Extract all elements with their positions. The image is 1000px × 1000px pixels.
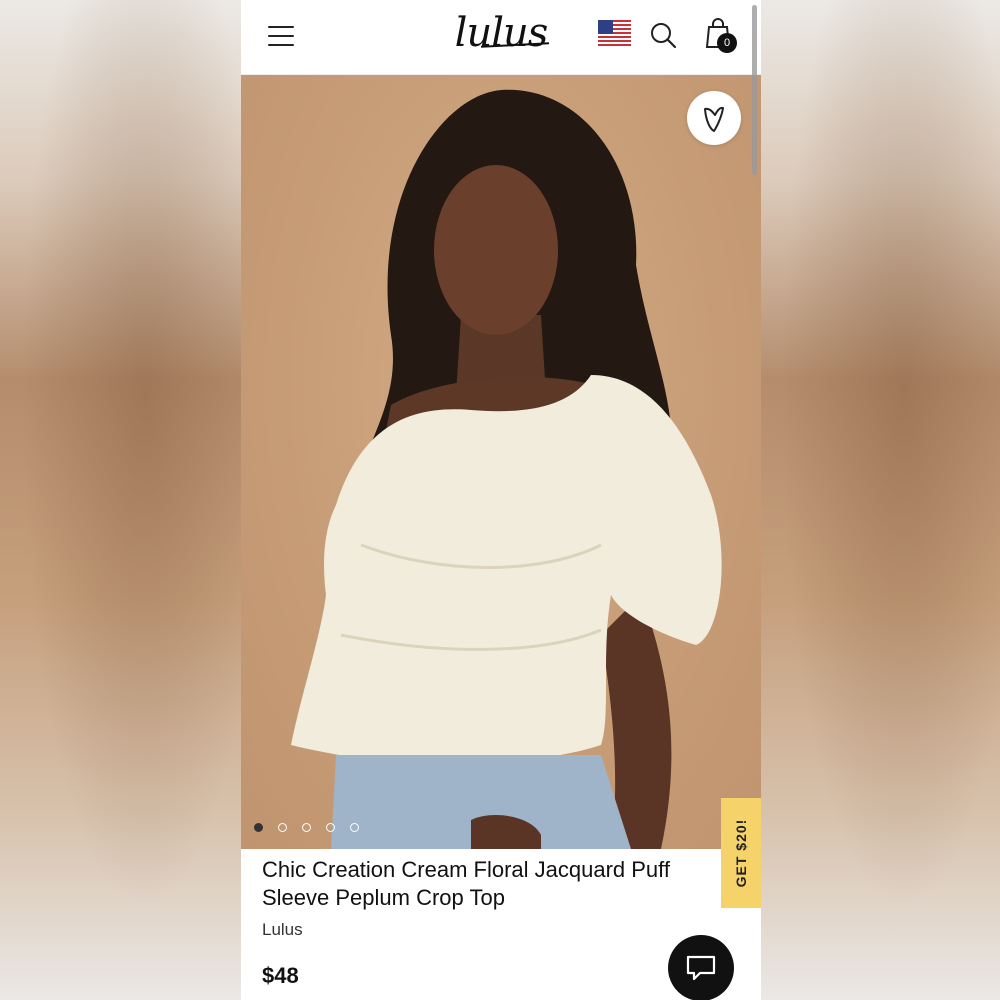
product-image[interactable] [241, 75, 761, 849]
background-blur-left [0, 0, 241, 1000]
us-flag-icon[interactable] [598, 20, 631, 46]
image-carousel-dots [254, 823, 374, 835]
carousel-dot[interactable] [326, 823, 335, 832]
search-icon[interactable] [649, 21, 677, 49]
product-title: Chic Creation Cream Floral Jacquard Puff… [262, 857, 670, 910]
lulus-logo[interactable]: lulus [446, 8, 556, 58]
hamburger-menu-icon[interactable] [268, 26, 294, 46]
mobile-page: lulus 0 GET $20! Chic Creation Cream Flo… [241, 0, 761, 1000]
carousel-dot[interactable] [350, 823, 359, 832]
carousel-dot[interactable] [254, 823, 263, 832]
page-scrollbar[interactable] [752, 5, 757, 175]
chat-bubble-icon [686, 955, 716, 981]
site-header: lulus 0 [241, 0, 761, 75]
product-price: $48 [262, 963, 299, 988]
heart-icon [704, 106, 724, 132]
model-photo [291, 89, 722, 849]
carousel-dot[interactable] [278, 823, 287, 832]
background-blur-right [759, 0, 1000, 1000]
wishlist-button[interactable] [687, 91, 741, 145]
carousel-dot[interactable] [302, 823, 311, 832]
chat-button[interactable] [668, 935, 734, 1000]
cart-count-badge: 0 [717, 33, 737, 53]
product-brand[interactable]: Lulus [262, 920, 303, 940]
